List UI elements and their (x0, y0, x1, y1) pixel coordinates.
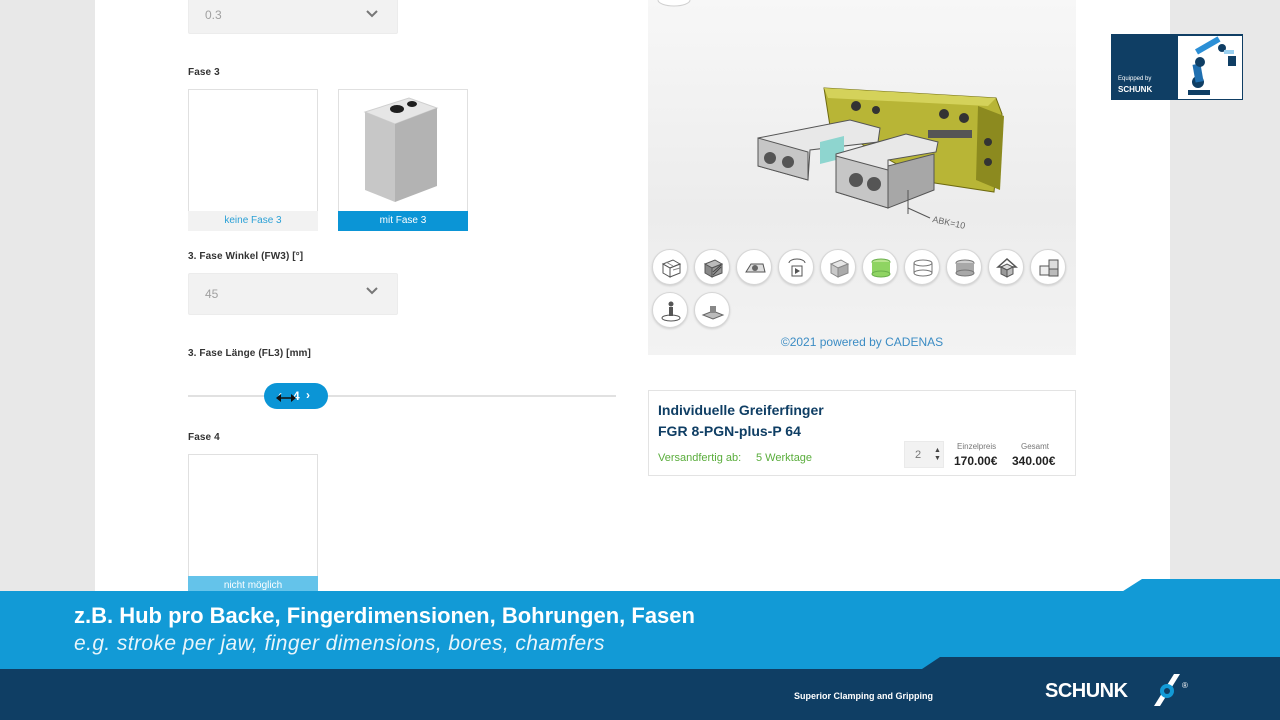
rotate-play-button[interactable] (778, 249, 814, 285)
hatched-cube-icon (703, 259, 724, 278)
outline-cylinder-icon (913, 259, 933, 277)
product-summary-card: Individuelle Greiferfinger FGR 8-PGN-plu… (648, 390, 1076, 476)
fase4-label: Fase 4 (188, 432, 220, 443)
quantity-stepper[interactable]: 2 ▲ ▼ (904, 441, 944, 468)
outline-view-button[interactable] (904, 249, 940, 285)
gray-cylinder-icon (955, 259, 975, 277)
explode-blocks-icon (1039, 259, 1059, 277)
option-with-fase3-caption: mit Fase 3 (338, 211, 468, 231)
chevron-right-icon: › (306, 388, 310, 402)
shipping-label: Versandfertig ab: (658, 452, 742, 464)
footer-notch-decoration (922, 657, 1280, 669)
option-no-fase3[interactable]: keine Fase 3 (188, 89, 318, 231)
option-no-fase3-caption: keine Fase 3 (188, 211, 318, 231)
block-with-chamfer-icon (363, 97, 439, 202)
fase3-length-slider-track[interactable] (188, 395, 616, 397)
chevron-down-icon (366, 287, 378, 295)
person-position-icon (661, 301, 681, 322)
cad-3d-viewer[interactable]: ABK=10 ©2021 powered by CADENAS (648, 0, 1076, 355)
house-view-icon (996, 257, 1018, 278)
fase3-label: Fase 3 (188, 67, 220, 78)
badge-line1: Equipped by (1118, 76, 1152, 82)
option-fase4-disabled: nicht möglich (188, 454, 318, 596)
textured-view-button[interactable] (736, 249, 772, 285)
select-value: 0.3 (205, 8, 222, 22)
drawing-view-button[interactable] (694, 292, 730, 328)
dimension-label: ABK=10 (932, 214, 967, 230)
chevron-down-icon (366, 10, 378, 18)
total-price-label: Gesamt (1021, 442, 1050, 451)
fase3-angle-label: 3. Fase Winkel (FW3) [°] (188, 251, 304, 262)
schunk-logo: SCHUNK (1045, 680, 1128, 702)
rotate-play-icon (788, 258, 806, 277)
product-title-line1: Individuelle Greiferfinger (658, 402, 824, 418)
wireframe-icon (661, 259, 682, 278)
fase3-angle-select[interactable]: 45 (188, 273, 398, 315)
wireframe-view-button[interactable] (652, 249, 688, 285)
solid-cube-icon (829, 259, 850, 278)
section-view-button[interactable] (862, 249, 898, 285)
solid-view-button[interactable] (820, 249, 856, 285)
badge-line2: SCHUNK (1118, 85, 1153, 94)
stepper-arrows-icon[interactable]: ▲ ▼ (934, 447, 941, 463)
registered-mark: ® (1182, 681, 1188, 690)
cadenas-credit[interactable]: ©2021 powered by CADENAS (648, 335, 1076, 349)
unit-price: 170.00€ (954, 454, 998, 468)
previous-value-select[interactable]: 0.3 (188, 0, 398, 34)
footer-slogan: Superior Clamping and Gripping (794, 691, 934, 701)
shaded-view-button[interactable] (946, 249, 982, 285)
home-view-button[interactable] (988, 249, 1024, 285)
resize-cursor-icon (276, 394, 296, 402)
caption-german: z.B. Hub pro Backe, Fingerdimensionen, B… (74, 603, 695, 628)
unit-price-label: Einzelpreis (957, 442, 997, 451)
option-with-fase3[interactable]: mit Fase 3 (338, 89, 468, 231)
product-title-line2: FGR 8-PGN-plus-P 64 (658, 423, 801, 439)
caption-english: e.g. stroke per jaw, finger dimensions, … (74, 632, 605, 655)
fase3-length-slider-handle[interactable]: ‹ 4 › (264, 383, 328, 409)
fase3-angle-value: 45 (205, 287, 219, 301)
schunk-footer: Superior Clamping and Gripping SCHUNK ® (0, 669, 1280, 720)
textured-view-icon (745, 263, 766, 273)
gripper-3d-model: ABK=10 (757, 87, 1004, 230)
total-price: 340.00€ (1012, 454, 1056, 468)
hatched-view-button[interactable] (694, 249, 730, 285)
position-view-button[interactable] (652, 292, 688, 328)
explode-view-button[interactable] (1030, 249, 1066, 285)
robot-arm-icon (1178, 36, 1242, 99)
drawing-view-icon (701, 306, 725, 320)
schunk-logo-mark-icon (1154, 674, 1180, 706)
shipping-value: 5 Werktage (756, 452, 813, 464)
viewer-top-button-icon (657, 0, 691, 7)
green-cylinder-icon (871, 258, 891, 278)
fase3-length-label: 3. Fase Länge (FL3) [mm] (188, 348, 311, 359)
quantity-value: 2 (915, 449, 922, 461)
equipped-by-schunk-badge: Equipped by SCHUNK (1111, 34, 1243, 100)
